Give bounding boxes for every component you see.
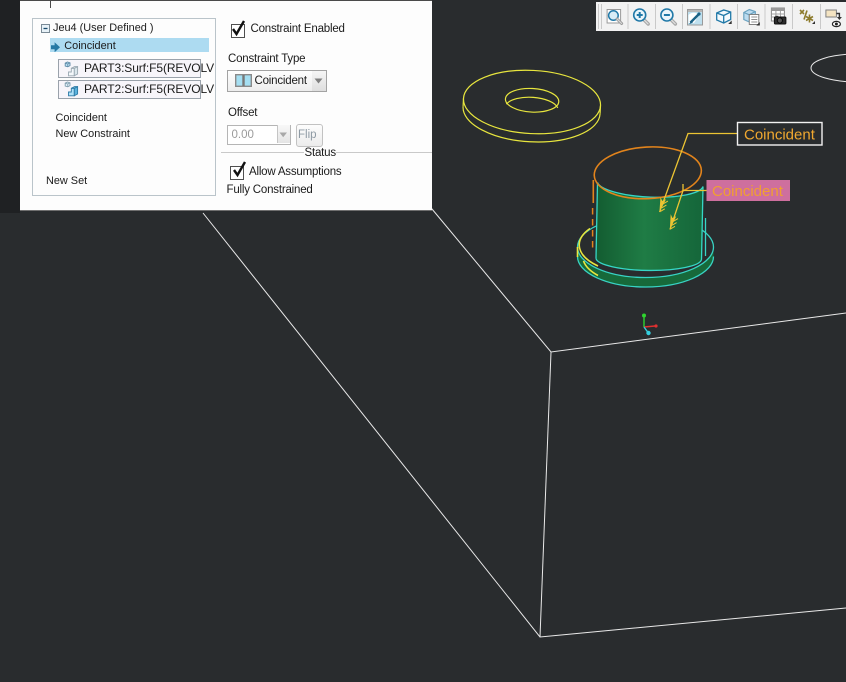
svg-text:Coincident: Coincident bbox=[712, 183, 784, 200]
svg-text:Coincident: Coincident bbox=[744, 127, 816, 144]
